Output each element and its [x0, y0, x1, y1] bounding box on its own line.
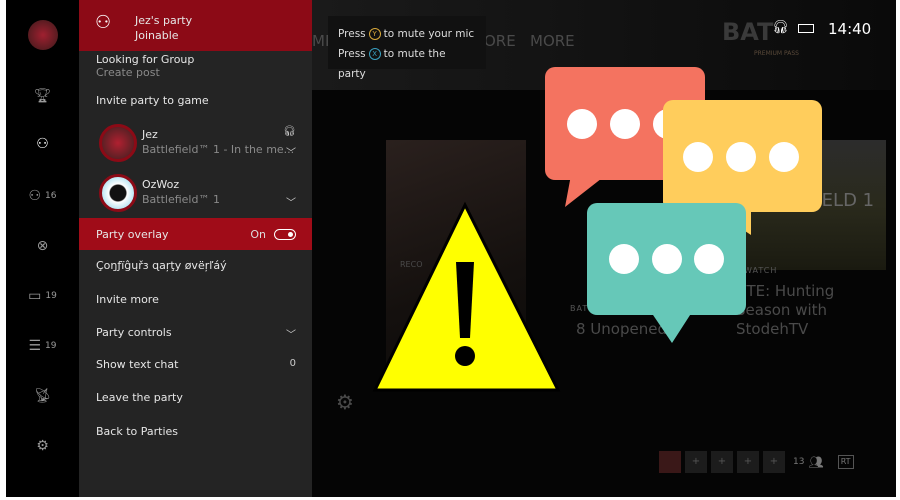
overlay-graphics — [372, 67, 822, 392]
xbox-guide-screen: MP ORE MORE BAT PREMIUM PASS 🎧︎ 14:40 RE… — [6, 0, 896, 497]
chat-bubble-icon — [587, 203, 746, 343]
warning-icon — [372, 201, 561, 392]
